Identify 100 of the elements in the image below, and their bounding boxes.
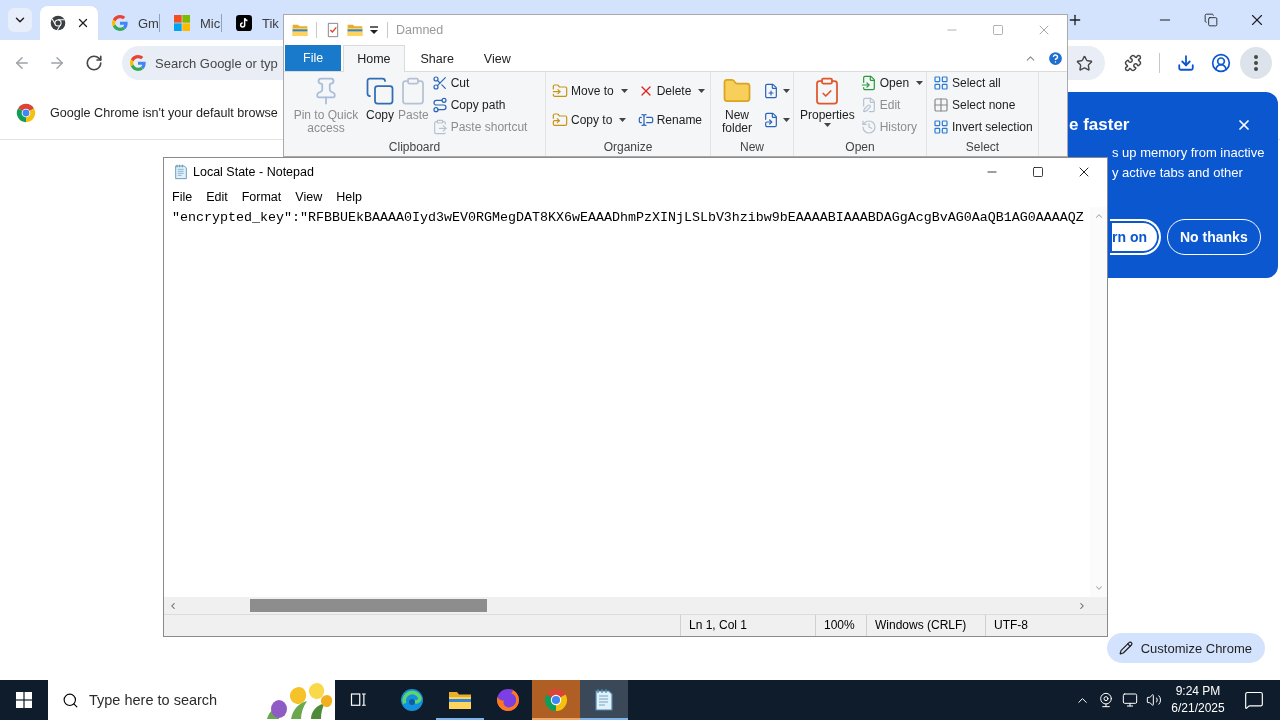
group-label: Organize: [602, 140, 654, 156]
search-field[interactable]: Type here to search: [48, 680, 335, 720]
browser-tab[interactable]: Gm: [98, 6, 159, 40]
checklist-icon[interactable]: [325, 22, 341, 38]
ribbon-button[interactable]: Select none: [933, 94, 1033, 116]
popup-button[interactable]: rn on: [1110, 219, 1161, 255]
scroll-up-icon: [1093, 211, 1104, 221]
menu-item[interactable]: View: [288, 189, 330, 204]
tab-search-button[interactable]: [8, 8, 32, 32]
notepad-icon: [173, 164, 189, 180]
status-text: Windows (CRLF): [866, 615, 985, 636]
profile-icon[interactable]: [1211, 53, 1231, 73]
scroll-down-icon: [1093, 583, 1104, 593]
help-icon[interactable]: [1047, 49, 1064, 67]
browser-logo-icon: [16, 102, 36, 123]
ribbon-button[interactable]: New folder: [717, 72, 757, 140]
scissors-icon: [431, 75, 448, 91]
caret-icon: [823, 122, 831, 127]
customize-button[interactable]: Customize Chrome: [1106, 633, 1265, 663]
window-title: Damned: [396, 23, 444, 37]
browser-tab[interactable]: Tik: [222, 6, 283, 40]
file-arrow-icon: [763, 111, 779, 128]
pencil-icon: [1118, 641, 1133, 655]
browser-tab[interactable]: [40, 6, 98, 40]
network-icon[interactable]: [1122, 692, 1138, 708]
four-squares-logo-icon: [174, 15, 190, 31]
download-icon[interactable]: [1177, 54, 1195, 72]
task-view-icon[interactable]: [350, 691, 368, 709]
restore-icon[interactable]: [1204, 13, 1218, 27]
grid-icon: [933, 75, 949, 91]
new-tab-icon[interactable]: [1067, 12, 1083, 28]
scrollbar-thumb[interactable]: [250, 599, 487, 612]
clipboard-icon: [431, 119, 448, 135]
caret-icon: [620, 88, 628, 93]
grid-icon: [933, 97, 949, 113]
menu-item[interactable]: Edit: [199, 189, 235, 204]
caret-icon[interactable]: [369, 25, 379, 35]
route-icon: [431, 97, 448, 113]
reload-icon[interactable]: [85, 54, 103, 72]
ribbon-button[interactable]: Open: [860, 72, 924, 94]
vertical-scrollbar[interactable]: [1090, 207, 1107, 597]
menu-item[interactable]: Format: [234, 189, 289, 204]
file-arrow-icon: [860, 75, 877, 91]
infobar-text: Google Chrome isn't your default browse: [50, 105, 278, 120]
notifications-icon[interactable]: [1244, 690, 1264, 710]
menu-item[interactable]: File: [165, 189, 200, 204]
file-pen-icon: [860, 97, 877, 113]
group-label: New: [739, 140, 765, 156]
folder-arrow-icon: [552, 111, 568, 128]
swirl-logo-icon: [400, 688, 424, 712]
bookmark-button[interactable]: [1068, 46, 1105, 80]
browser-tab[interactable]: Mic: [160, 6, 221, 40]
ribbon-button[interactable]: Select all: [933, 72, 1033, 94]
window-title: Local State - Notepad: [193, 165, 314, 179]
popup-text: s up memory from inactive: [1112, 144, 1265, 162]
puzzle-icon[interactable]: [1124, 54, 1142, 72]
notepad-icon: [592, 688, 616, 712]
caret-icon: [783, 88, 790, 93]
ribbon-button[interactable]: Copy path: [431, 94, 528, 116]
search-icon: [62, 691, 79, 709]
webcam-icon[interactable]: [1098, 692, 1114, 708]
ribbon-button[interactable]: Move to: [552, 79, 628, 102]
status-text: 100%: [815, 615, 866, 636]
text-area[interactable]: "encrypted_key":"RFBBUEkBAAAA0Iyd3wEV0RGMegDAT8KX6wEAAADhmPzXINjLSLbV3hzibw9bEAAAABIAAABDAGgAcgBvAG0AaQB1AG0AAAAQZ: [164, 207, 1090, 597]
browser-logo-icon: [50, 15, 66, 31]
ribbon-tab[interactable]: Home: [343, 45, 405, 72]
speaker-icon[interactable]: [1146, 692, 1162, 708]
g-logo-icon: [130, 55, 146, 71]
folder-arrow-icon: [552, 82, 568, 99]
star-icon: [1076, 54, 1093, 72]
group-label: Open: [844, 140, 876, 156]
maximize-icon[interactable]: [1032, 166, 1044, 178]
menu-item[interactable]: Help: [329, 189, 369, 204]
file-plus-icon: [763, 82, 779, 99]
caret-icon: [916, 81, 924, 85]
windows-logo-icon[interactable]: [16, 692, 32, 708]
folder-icon: [347, 22, 363, 38]
group-label: Select: [964, 140, 1001, 156]
ribbon-button[interactable]: Cut: [431, 72, 528, 94]
ribbon-button[interactable]: Delete: [637, 79, 706, 102]
caret-icon: [783, 117, 790, 122]
popup-text: y active tabs and other: [1112, 164, 1243, 182]
menu-icon: [1254, 55, 1258, 71]
group-label: Clipboard: [387, 140, 442, 156]
ribbon-button[interactable]: Copy: [365, 72, 395, 140]
ribbon-button[interactable]: Invert selection: [933, 116, 1033, 138]
folder-icon: [292, 22, 308, 38]
close-icon[interactable]: [1236, 117, 1252, 133]
globe-logo-icon: [496, 688, 520, 712]
history-icon: [860, 119, 877, 135]
ribbon-button[interactable]: Properties: [800, 72, 855, 140]
ribbon-button[interactable]: Copy to: [552, 108, 628, 131]
ribbon-tab[interactable]: File: [285, 45, 342, 71]
ribbon-button[interactable]: Rename: [637, 108, 706, 131]
caret-icon: [698, 88, 706, 93]
taskbar-app-button[interactable]: [580, 680, 628, 720]
clock[interactable]: 9:24 PM 6/21/2025: [1166, 683, 1230, 717]
grid-icon: [933, 119, 949, 135]
menu-button[interactable]: [1240, 47, 1272, 79]
address-field[interactable]: Search Google or typ: [122, 46, 283, 80]
